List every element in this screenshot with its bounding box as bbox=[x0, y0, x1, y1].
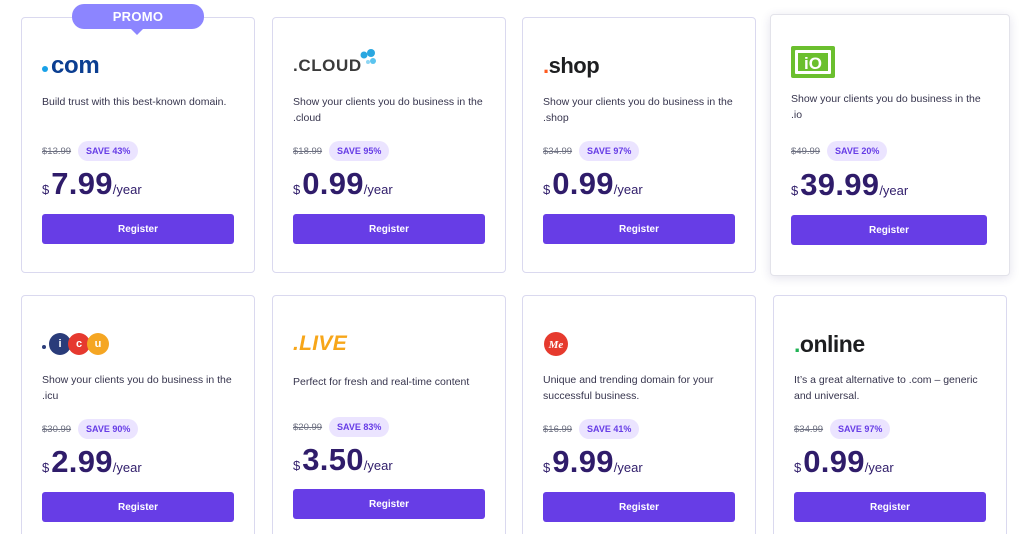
register-button[interactable]: Register bbox=[794, 492, 986, 522]
register-button[interactable]: Register bbox=[543, 214, 735, 244]
price-amount: 2.99 bbox=[51, 444, 113, 479]
old-price: $34.99 bbox=[543, 146, 573, 157]
price-amount: 0.99 bbox=[302, 166, 364, 201]
cloud-logo: .CLOUD bbox=[293, 48, 378, 84]
currency-symbol: $ bbox=[794, 460, 802, 475]
domain-card-shop: . shop Show your clients you do business … bbox=[522, 17, 756, 273]
old-price: $30.99 bbox=[42, 424, 72, 435]
price-period: /year bbox=[613, 460, 643, 475]
svg-text:iO: iO bbox=[804, 54, 822, 73]
currency-symbol: $ bbox=[293, 458, 301, 473]
price: $ 3.50 /year bbox=[293, 442, 393, 478]
register-button[interactable]: Register bbox=[293, 214, 485, 244]
save-badge: SAVE 97% bbox=[579, 141, 640, 161]
price: $ 9.99 /year bbox=[543, 444, 643, 480]
price-period: /year bbox=[879, 183, 909, 198]
save-badge: SAVE 83% bbox=[329, 417, 390, 437]
register-button[interactable]: Register bbox=[42, 492, 234, 522]
price: $ 39.99 /year bbox=[791, 167, 908, 203]
svg-text:Me: Me bbox=[548, 339, 564, 351]
me-logo: Me bbox=[543, 326, 569, 362]
price: $ 7.99 /year bbox=[42, 166, 142, 202]
old-price: $20.99 bbox=[293, 422, 323, 433]
price-period: /year bbox=[363, 182, 393, 197]
domain-description: Build trust with this best-known domain. bbox=[42, 96, 227, 108]
save-badge: SAVE 95% bbox=[329, 141, 390, 161]
save-badge: SAVE 43% bbox=[78, 141, 139, 161]
domain-description: It’s a great alternative to .com – gener… bbox=[794, 374, 978, 402]
domain-description: Show your clients you do business in the… bbox=[42, 374, 232, 402]
price-amount: 0.99 bbox=[803, 444, 865, 479]
price-period: /year bbox=[613, 182, 643, 197]
domain-description: Show your clients you do business in the… bbox=[293, 96, 483, 124]
save-badge: SAVE 97% bbox=[830, 419, 891, 439]
com-logo: com bbox=[42, 48, 100, 84]
old-price: $49.99 bbox=[791, 146, 821, 157]
price-period: /year bbox=[112, 182, 142, 197]
icu-logo: i c u bbox=[42, 326, 109, 362]
domain-card-live: .LIVE Perfect for fresh and real-time co… bbox=[272, 295, 506, 534]
domain-card-cloud: .CLOUD Show your clients you do business… bbox=[272, 17, 506, 273]
currency-symbol: $ bbox=[42, 182, 50, 197]
currency-symbol: $ bbox=[791, 183, 799, 198]
domain-description: Unique and trending domain for your succ… bbox=[543, 374, 714, 402]
promo-badge: PROMO bbox=[72, 4, 204, 35]
shop-logo: . shop bbox=[543, 53, 600, 78]
register-button[interactable]: Register bbox=[42, 214, 234, 244]
price-period: /year bbox=[112, 460, 142, 475]
domain-description: Show your clients you do business in the… bbox=[791, 93, 981, 121]
save-badge: SAVE 41% bbox=[579, 419, 640, 439]
price-amount: 9.99 bbox=[552, 444, 614, 479]
domain-card-com: com Build trust with this best-known dom… bbox=[21, 17, 255, 273]
live-logo: .LIVE bbox=[293, 332, 348, 355]
old-price: $18.99 bbox=[293, 146, 323, 157]
register-button[interactable]: Register bbox=[791, 215, 987, 245]
price-period: /year bbox=[864, 460, 894, 475]
price: $ 0.99 /year bbox=[794, 444, 894, 480]
domain-card-me: Me Unique and trending domain for your s… bbox=[522, 295, 756, 534]
price-amount: 3.50 bbox=[302, 442, 364, 477]
register-button[interactable]: Register bbox=[543, 492, 735, 522]
price: $ 2.99 /year bbox=[42, 444, 142, 480]
currency-symbol: $ bbox=[293, 182, 301, 197]
domain-card-online: . online It’s a great alternative to .com… bbox=[773, 295, 1007, 534]
domain-card-io: iO Show your clients you do business in … bbox=[770, 14, 1010, 276]
price: $ 0.99 /year bbox=[543, 166, 643, 202]
io-logo: iO bbox=[791, 44, 835, 80]
currency-symbol: $ bbox=[543, 182, 551, 197]
price-amount: 39.99 bbox=[800, 167, 880, 202]
price-amount: 0.99 bbox=[552, 166, 614, 201]
save-badge: SAVE 20% bbox=[827, 141, 888, 161]
register-button[interactable]: Register bbox=[293, 489, 485, 519]
old-price: $13.99 bbox=[42, 146, 72, 157]
price: $ 0.99 /year bbox=[293, 166, 393, 202]
save-badge: SAVE 90% bbox=[78, 419, 139, 439]
domain-card-icu: i c u Show your clients you do business … bbox=[21, 295, 255, 534]
currency-symbol: $ bbox=[42, 460, 50, 475]
domain-description: Show your clients you do business in the… bbox=[543, 96, 733, 124]
online-logo: . online bbox=[794, 330, 865, 357]
price-period: /year bbox=[363, 458, 393, 473]
currency-symbol: $ bbox=[543, 460, 551, 475]
domain-description: Perfect for fresh and real-time content bbox=[293, 376, 470, 388]
price-amount: 7.99 bbox=[51, 166, 113, 201]
old-price: $34.99 bbox=[794, 424, 824, 435]
old-price: $16.99 bbox=[543, 424, 573, 435]
